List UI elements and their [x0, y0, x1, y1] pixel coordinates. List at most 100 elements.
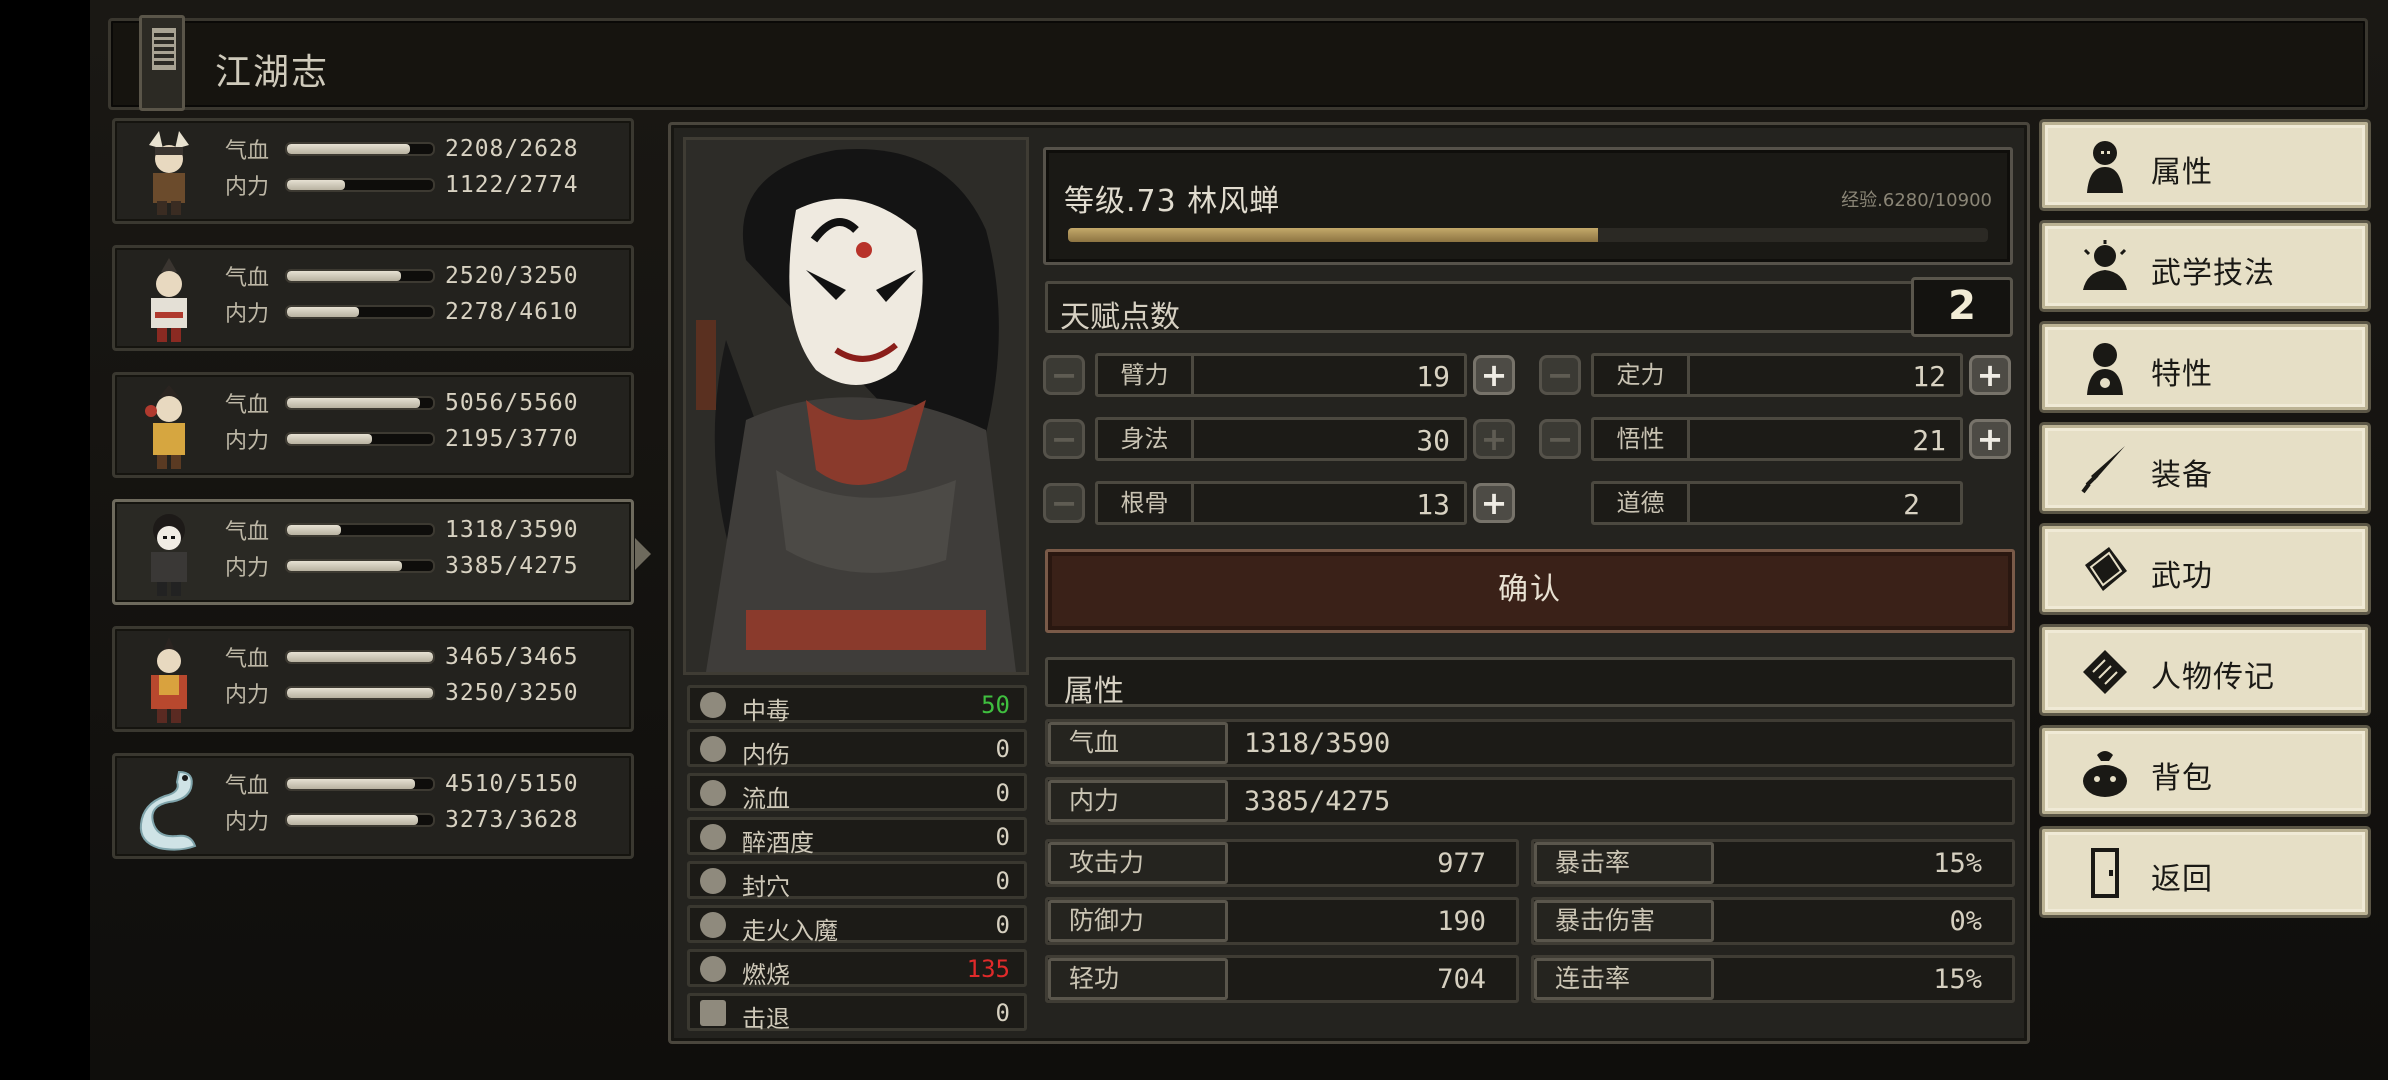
attr-value: 13	[1416, 488, 1450, 521]
attr-box: 定力 12	[1591, 353, 1963, 397]
hp-label: 气血	[225, 139, 270, 164]
warrior-avatar	[149, 131, 189, 215]
fire-icon	[700, 956, 726, 982]
status-row: 流血 0	[687, 773, 1027, 813]
attr-label: 道德	[1594, 484, 1690, 522]
decrease-button[interactable]: −	[1539, 419, 1581, 459]
attr-row-insight: − 悟性 21 +	[1539, 417, 2019, 461]
party-member-selected[interactable]: 气血 1318/3590 内力 3385/4275	[112, 499, 651, 605]
menu-martial-skills-button[interactable]: 武学技法	[2042, 223, 2368, 309]
status-row: 走火入魔 0	[687, 905, 1027, 945]
scroll-icon	[2083, 650, 2127, 694]
menu-traits-button[interactable]: 特性	[2042, 324, 2368, 410]
status-row: 内伤 0	[687, 729, 1027, 769]
mp-label: 内力	[225, 683, 270, 708]
mp-bar	[285, 432, 435, 446]
party-member[interactable]: 气血 2520/3250 内力 2278/4610	[112, 245, 634, 351]
party-member[interactable]: 气血 5056/5560 内力 2195/3770	[112, 372, 634, 478]
hp-fill	[287, 779, 416, 789]
exp-bar	[1068, 228, 1988, 242]
status-value: 135	[966, 955, 1010, 983]
confirm-button[interactable]: 确认	[1045, 549, 2015, 633]
mp-fill	[287, 180, 346, 190]
status-name: 封穴	[742, 873, 790, 901]
stat-value: 0%	[1949, 906, 1982, 937]
stat-row-combo-rate: 连击率 15%	[1531, 955, 2015, 1003]
person-icon	[2087, 141, 2123, 193]
status-value: 0	[995, 779, 1010, 807]
warrior-avatar	[145, 385, 185, 469]
status-value: 50	[981, 691, 1010, 719]
status-name: 流血	[742, 785, 790, 813]
mp-value: 2195/3770	[445, 426, 579, 452]
status-value: 0	[995, 823, 1010, 851]
attr-label: 定力	[1594, 356, 1690, 394]
increase-button[interactable]: +	[1473, 419, 1515, 459]
mp-fill	[287, 307, 359, 317]
mp-value: 1122/2774	[445, 172, 579, 198]
stat-value: 15%	[1933, 848, 1982, 879]
menu-attributes-button[interactable]: 属性	[2042, 122, 2368, 208]
hp-bar	[285, 523, 435, 537]
decrease-button[interactable]: −	[1043, 483, 1085, 523]
stats-section-header: 属性	[1045, 657, 2015, 709]
menu-back-button[interactable]: 返回	[2042, 829, 2368, 915]
mp-value: 2278/4610	[445, 299, 579, 325]
stat-row-hp: 气血 1318/3590	[1045, 719, 2015, 767]
hp-bar	[285, 142, 435, 156]
menu-label: 属性	[2151, 155, 2213, 190]
decrease-button[interactable]: −	[1043, 419, 1085, 459]
status-row: 封穴 0	[687, 861, 1027, 901]
attr-label: 臂力	[1098, 356, 1194, 394]
sword-icon	[2081, 446, 2125, 494]
attr-value: 2	[1903, 488, 1920, 521]
mp-fill	[287, 561, 403, 571]
attr-box: 身法 30	[1095, 417, 1467, 461]
exp-fill	[1068, 228, 1598, 242]
stat-value: 190	[1437, 906, 1486, 937]
status-value: 0	[995, 999, 1010, 1027]
meditate-icon	[2083, 240, 2127, 290]
stat-value: 704	[1437, 964, 1486, 995]
menu-label: 返回	[2151, 862, 2213, 897]
party-member[interactable]: 气血 2208/2628 内力 1122/2774	[112, 118, 634, 224]
menu-label: 人物传记	[2151, 660, 2275, 695]
mp-label: 内力	[225, 810, 270, 835]
attr-label: 悟性	[1594, 420, 1690, 458]
party-member[interactable]: 气血 3465/3465 内力 3250/3250	[112, 626, 634, 732]
mp-fill	[287, 688, 433, 698]
attr-box: 悟性 21	[1591, 417, 1963, 461]
exp-text: 经验.6280/10900	[1841, 190, 1992, 211]
increase-button[interactable]: +	[1969, 355, 2011, 395]
stat-label: 内力	[1048, 780, 1228, 822]
attr-row-focus: − 定力 12 +	[1539, 353, 2019, 397]
decrease-button[interactable]: −	[1539, 355, 1581, 395]
drunk-face-icon	[700, 824, 726, 850]
menu-bag-button[interactable]: 背包	[2042, 728, 2368, 814]
menu-martial-arts-button[interactable]: 武功	[2042, 526, 2368, 612]
level-exp-box: 等级.73 林风蝉 经验.6280/10900	[1043, 147, 2013, 265]
acupoint-icon	[700, 868, 726, 894]
stat-row-crit-rate: 暴击率 15%	[1531, 839, 2015, 887]
hp-value: 2520/3250	[445, 263, 579, 289]
increase-button[interactable]: +	[1969, 419, 2011, 459]
demon-face-icon	[700, 912, 726, 938]
menu-equipment-button[interactable]: 装备	[2042, 425, 2368, 511]
attr-box: 根骨 13	[1095, 481, 1467, 525]
hp-label: 气血	[225, 393, 270, 418]
hp-value: 3465/3465	[445, 644, 579, 670]
stat-value: 977	[1437, 848, 1486, 879]
party-member[interactable]: 气血 4510/5150 内力 3273/3628	[112, 753, 634, 859]
hp-fill	[287, 271, 401, 281]
attr-row-strength: − 臂力 19 +	[1043, 353, 1523, 397]
decrease-button[interactable]: −	[1043, 355, 1085, 395]
mp-fill	[287, 815, 419, 825]
hp-bar	[285, 650, 435, 664]
hp-label: 气血	[225, 647, 270, 672]
menu-biography-button[interactable]: 人物传记	[2042, 627, 2368, 713]
increase-button[interactable]: +	[1473, 355, 1515, 395]
stat-value: 3385/4275	[1244, 786, 1391, 817]
hp-fill	[287, 525, 342, 535]
menu-label: 装备	[2151, 458, 2213, 493]
increase-button[interactable]: +	[1473, 483, 1515, 523]
